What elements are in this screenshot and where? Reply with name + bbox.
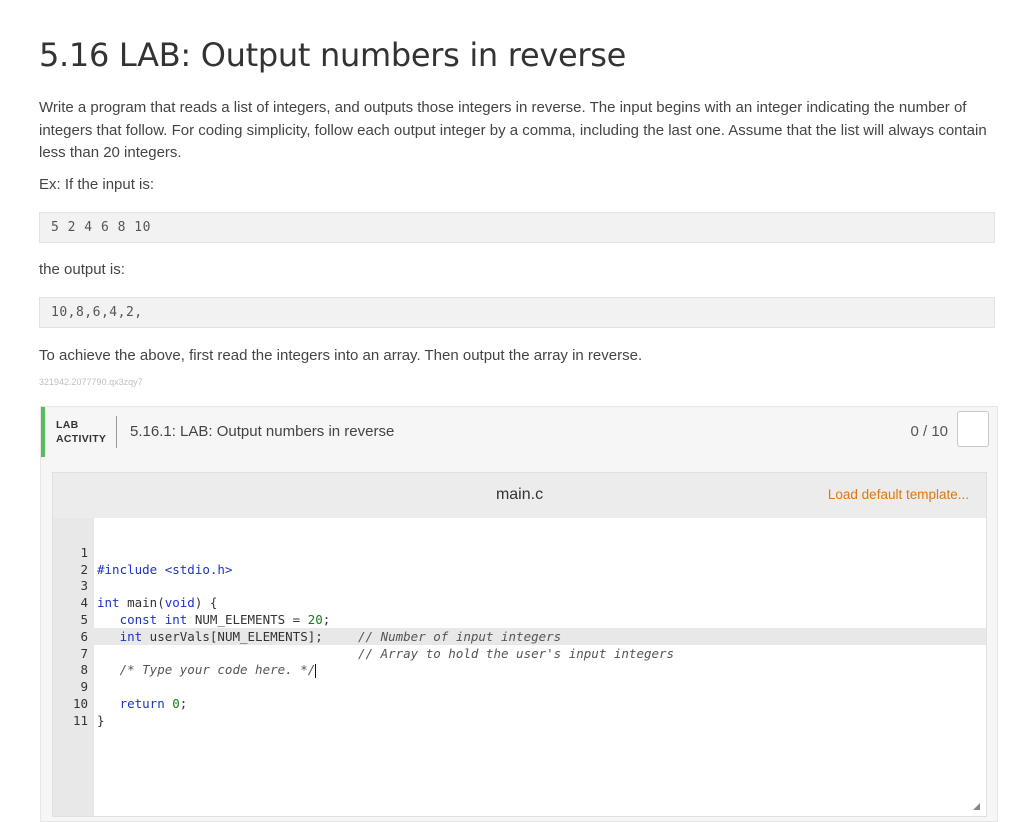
lab-tag-line1: LAB [56, 419, 79, 431]
line-number: 11 [72, 712, 88, 728]
resize-handle-icon[interactable] [973, 803, 980, 810]
output-intro: the output is: [39, 261, 125, 278]
example-input-box: 5 2 4 6 8 10 [39, 212, 995, 243]
lab-tag-line2: ACTIVITY [56, 433, 107, 445]
code-line: 4 const int NUM_ELEMENTS = 20; // Number… [53, 578, 986, 644]
code-line: 11 [53, 696, 986, 728]
code-line: 6 [53, 612, 986, 644]
lab-accent-bar [41, 407, 45, 457]
editor-toolbar: main.c Load default template... [53, 473, 986, 518]
code-area[interactable]: 1 #include <stdio.h> 2 3 int main(void) … [53, 528, 986, 728]
lab-activity-tag: LAB ACTIVITY [56, 418, 106, 446]
hint-text: To achieve the above, first read the int… [39, 347, 643, 364]
lab-header-divider [116, 416, 117, 448]
code-editor[interactable]: main.c Load default template... 1 #inclu… [52, 472, 987, 817]
activity-id: 321942.2077790.qx3zqy7 [39, 377, 143, 387]
completion-checkbox-icon [957, 411, 989, 447]
code-line: 7 /* Type your code here. */ [53, 629, 986, 678]
page-title: 5.16 LAB: Output numbers in reverse [39, 36, 626, 74]
code-line: 1 #include <stdio.h> [53, 528, 986, 577]
lab-activity-panel: LAB ACTIVITY 5.16.1: LAB: Output numbers… [40, 406, 998, 822]
example-output-box: 10,8,6,4,2, [39, 297, 995, 328]
code-line: 9 return 0; [53, 662, 986, 711]
code-line: 2 [53, 545, 986, 577]
load-default-template-link[interactable]: Load default template... [828, 487, 969, 502]
code-line: 5 int userVals[NUM_ELEMENTS]; // Array t… [53, 595, 986, 661]
lab-activity-name: 5.16.1: LAB: Output numbers in reverse [130, 423, 395, 440]
code-line: 3 int main(void) { [53, 562, 986, 610]
code-line: 8 [53, 646, 986, 677]
problem-description: Write a program that reads a list of int… [39, 99, 987, 161]
code-line: 10 } [53, 679, 986, 728]
example-intro: Ex: If the input is: [39, 176, 155, 193]
lab-header: LAB ACTIVITY 5.16.1: LAB: Output numbers… [41, 407, 997, 457]
lab-score: 0 / 10 [910, 423, 948, 440]
